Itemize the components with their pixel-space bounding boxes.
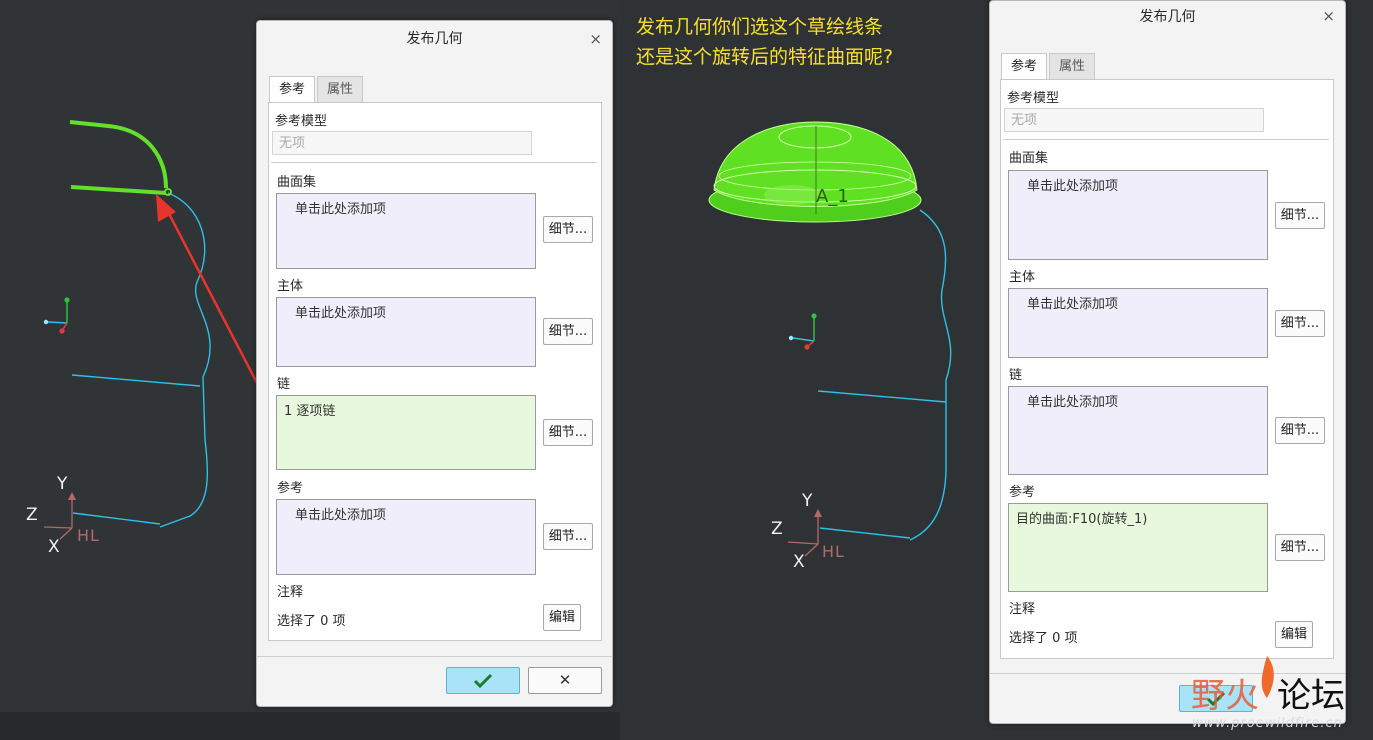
dialog-title: 发布几何: [406, 31, 463, 47]
body-collector[interactable]: 单击此处添加项: [276, 297, 536, 367]
chain-label: 链: [277, 377, 291, 392]
chain-collector[interactable]: 1 逐项链: [276, 395, 536, 470]
tab-bar-right: 参考 属性: [1001, 53, 1097, 80]
feature-label-a1: A_1: [816, 186, 849, 207]
close-icon-right[interactable]: ×: [1322, 7, 1335, 25]
surface-set-details-button-right[interactable]: 细节...: [1275, 202, 1325, 229]
dialog-title-right: 发布几何: [1139, 9, 1196, 25]
chain-collector-right[interactable]: 单击此处添加项: [1008, 386, 1268, 475]
selected-sketch-arc: [69, 120, 168, 189]
horizontal-datum-line: [71, 374, 201, 387]
status-strip: [0, 712, 620, 740]
chain-details-button-right[interactable]: 细节...: [1275, 417, 1325, 444]
flame-icon: [1261, 656, 1274, 698]
axis-label-y: Y: [57, 474, 68, 494]
axis-label-y-right: Y: [802, 491, 813, 511]
reference-collector[interactable]: 单击此处添加项: [276, 499, 536, 575]
surface-set-details-button[interactable]: 细节...: [543, 216, 593, 243]
reference-details-button[interactable]: 细节...: [543, 523, 593, 550]
axis-label-x-right: X: [793, 552, 805, 572]
cancel-button[interactable]: ✕: [528, 667, 602, 694]
note-label-right: 注释: [1009, 602, 1036, 617]
tab-references[interactable]: 参考: [269, 76, 316, 103]
close-icon[interactable]: ×: [589, 30, 602, 48]
surface-set-collector[interactable]: 单击此处添加项: [276, 193, 536, 269]
ref-model-label-right: 参考模型: [1007, 91, 1060, 106]
references-panel: 参考模型 无项 曲面集 单击此处添加项 细节... 主体 单击此处添加项 细节.…: [268, 102, 602, 641]
ref-model-field[interactable]: 无项: [272, 131, 532, 155]
publish-geometry-dialog-left: 发布几何 × 参考 属性 参考模型 无项 曲面集 单击此处添加项 细节... 主…: [256, 20, 613, 707]
callout-arrow: [164, 207, 272, 409]
csys-label: HL: [77, 526, 100, 545]
selected-sketch-line: [70, 185, 167, 195]
selected-count-text-right: 选择了 0 项: [1009, 631, 1078, 646]
edit-button-right[interactable]: 编辑: [1275, 621, 1313, 648]
surface-set-collector-right[interactable]: 单击此处添加项: [1008, 170, 1268, 260]
reference-label-right: 参考: [1009, 485, 1036, 500]
publish-geometry-dialog-right: 发布几何 × 参考 属性 参考模型 无项 曲面集 单击此处添加项 细节... 主…: [989, 0, 1346, 724]
bottom-datum-line: [72, 512, 161, 525]
profile-curve-right: [909, 209, 952, 541]
reference-collector-right[interactable]: 目的曲面:F10(旋转_1): [1008, 503, 1268, 592]
tab-bar: 参考 属性: [269, 76, 365, 103]
tab-properties[interactable]: 属性: [317, 76, 364, 103]
axis-label-x: X: [48, 537, 60, 557]
annotation-line-2: 还是这个旋转后的特征曲面呢?: [636, 46, 894, 68]
ref-model-field-right[interactable]: 无项: [1004, 108, 1264, 132]
watermark-url: www.proewildfire.cn: [1192, 716, 1343, 731]
chain-label-right: 链: [1009, 368, 1023, 383]
body-details-button-right[interactable]: 细节...: [1275, 310, 1325, 337]
csys-label-right: HL: [822, 542, 845, 561]
reference-details-button-right[interactable]: 细节...: [1275, 534, 1325, 561]
ref-model-label: 参考模型: [275, 114, 328, 129]
axis-label-z-right: Z: [771, 519, 783, 539]
selected-count-text: 选择了 0 项: [277, 614, 346, 629]
question-annotation: 发布几何你们选这个草绘线条 还是这个旋转后的特征曲面呢?: [636, 12, 893, 72]
tab-references-right[interactable]: 参考: [1001, 53, 1048, 80]
tab-properties-right[interactable]: 属性: [1049, 53, 1096, 80]
sketch-endpoint: [164, 188, 172, 196]
body-collector-right[interactable]: 单击此处添加项: [1008, 288, 1268, 358]
watermark-text-b: 论坛: [1277, 676, 1345, 716]
callout-arrowhead: [156, 194, 176, 222]
body-details-button[interactable]: 细节...: [543, 318, 593, 345]
axis-label-z: Z: [26, 505, 38, 525]
checkmark-icon: [473, 673, 493, 689]
chain-details-button[interactable]: 细节...: [543, 419, 593, 446]
surface-set-label: 曲面集: [277, 175, 317, 190]
body-label: 主体: [277, 279, 304, 294]
edit-button[interactable]: 编辑: [543, 604, 581, 631]
reference-label: 参考: [277, 481, 304, 496]
references-panel-right: 参考模型 无项 曲面集 单击此处添加项 细节... 主体 单击此处添加项 细节.…: [1000, 79, 1334, 659]
surface-set-label-right: 曲面集: [1009, 151, 1049, 166]
body-label-right: 主体: [1009, 270, 1036, 285]
watermark-text-a: 野火: [1191, 676, 1259, 716]
annotation-line-1: 发布几何你们选这个草绘线条: [636, 16, 884, 38]
note-label: 注释: [277, 585, 304, 600]
ok-button[interactable]: [446, 667, 520, 694]
